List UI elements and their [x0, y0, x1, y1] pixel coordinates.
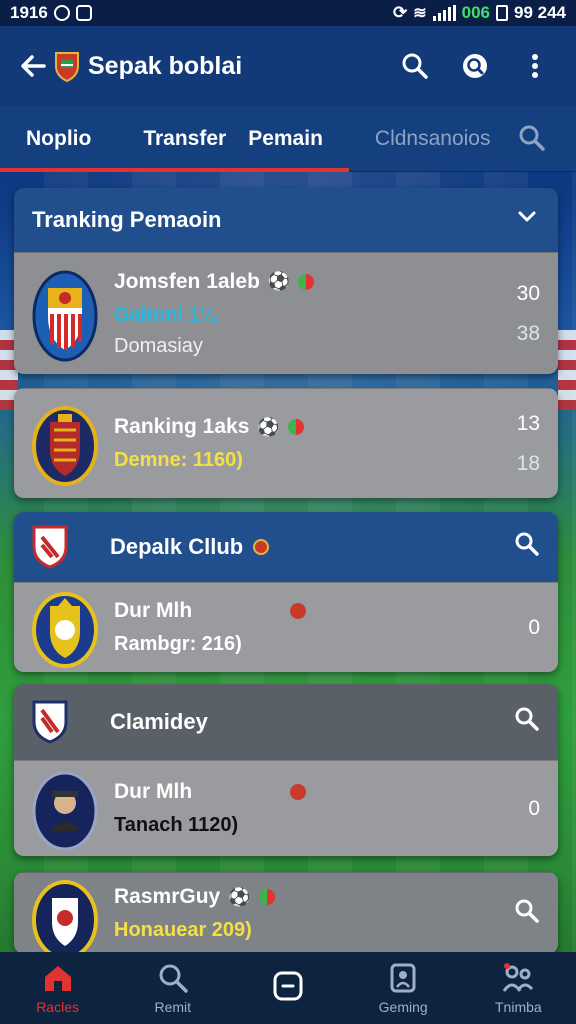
app-bar: Sepak boblai: [0, 26, 576, 106]
corner-flag-right: [558, 330, 576, 410]
status-bar: 1916 ⟳ ≋ 006 99 244: [0, 0, 576, 26]
player-subtitle: Domasiay: [114, 334, 203, 357]
nav-search[interactable]: Remit: [123, 961, 223, 1015]
nav-center[interactable]: [238, 969, 338, 1007]
more-vertical-icon: [532, 54, 538, 78]
player-score-secondary: 38: [516, 321, 540, 345]
clamidey-title: Clamidey: [110, 709, 208, 734]
status-clock: 99 244: [514, 3, 566, 22]
ranking-section: Tranking Pemaoin Jomsfen 1aleb ⚽ Gaitoni…: [14, 188, 558, 374]
status-time: 1916: [10, 3, 48, 22]
search-icon: [402, 53, 428, 79]
center-square-icon: [273, 971, 303, 1001]
clamidey-row[interactable]: Dur Mlh Tanach 1120) 0: [14, 760, 558, 856]
clamidey-player-name: Dur Mlh: [114, 780, 193, 803]
clamidey-section: Clamidey Dur Mlh Tanach 1120) 0: [14, 684, 558, 856]
flag-icon: [258, 889, 275, 905]
clamidey-crest-icon: [32, 700, 68, 744]
nav-community[interactable]: Tnimba: [468, 961, 568, 1015]
search-button[interactable]: [392, 43, 438, 89]
nav-gaming[interactable]: Geming: [353, 961, 453, 1015]
player-row[interactable]: Ranking 1aks ⚽ Demne: 1160) 13 18: [14, 388, 558, 498]
club-score: 0: [528, 615, 540, 639]
nav-community-label: Tnimba: [495, 999, 542, 1015]
rasmrguy-section: RasmrGuy ⚽ Honauear 209): [14, 872, 558, 954]
tab-cldnsanoios[interactable]: Cldnsanoios: [349, 106, 517, 172]
player-name: Jomsfen 1aleb: [114, 269, 260, 293]
club-player-stat: Rambgr: 216): [114, 633, 242, 655]
tab-noplio[interactable]: Noplio: [0, 106, 118, 172]
scan-search-icon: [463, 54, 487, 78]
tab-bar: Noplio Transfer Pemain Cldnsanoios: [0, 106, 576, 172]
back-arrow-icon[interactable]: [18, 51, 48, 81]
rasmrguy-search-icon[interactable]: [514, 898, 540, 929]
notification-icon: [53, 5, 70, 21]
vibrate-icon: ⟳: [392, 3, 408, 22]
ball-icon: ⚽: [257, 416, 280, 437]
club-player-name: Dur Mlh: [114, 599, 193, 622]
nav-gaming-label: Geming: [378, 999, 428, 1015]
flag-icon: [287, 419, 304, 435]
player-portrait-crest-icon: [32, 765, 98, 853]
club-row[interactable]: Dur Mlh Rambgr: 216) 0: [14, 582, 558, 672]
ranking-card-2: Ranking 1aks ⚽ Demne: 1160) 13 18: [14, 388, 558, 498]
clamidey-flag-icon: [290, 784, 307, 800]
clamidey-score: 0: [528, 796, 540, 820]
tab-pemain[interactable]: Pemain: [234, 106, 349, 172]
club-header[interactable]: Depalk Cllub: [14, 512, 558, 582]
club-header-crest-icon: [32, 525, 68, 569]
player-stat: Gaitoni 1¼: [114, 303, 217, 326]
app-title: Sepak boblai: [88, 51, 243, 80]
scan-button[interactable]: [452, 43, 498, 89]
nav-home[interactable]: Racles: [8, 961, 108, 1015]
rasmrguy-name: RasmrGuy: [114, 885, 221, 908]
nav-search-label: Remit: [154, 999, 192, 1015]
wifi-icon: ≋: [413, 5, 427, 22]
club-title: Depalk Cllub: [110, 534, 244, 559]
ranking-title: Tranking Pemaoin: [32, 207, 222, 232]
nav-home-label: Racles: [36, 999, 79, 1015]
bottom-navigation: Racles Remit Geming Tnimba: [0, 952, 576, 1024]
club-badge-icon: [253, 539, 270, 555]
trophy-icon: ⚽: [267, 271, 291, 291]
gaming-icon: [390, 963, 416, 993]
player-score: 30: [516, 281, 540, 305]
tab-search-icon[interactable]: [518, 124, 548, 154]
player-score-secondary: 18: [516, 451, 540, 475]
community-icon: [503, 963, 534, 992]
club-search-icon[interactable]: [514, 531, 540, 563]
flag-icon: [298, 273, 315, 290]
chevron-down-icon[interactable]: [514, 204, 540, 236]
home-icon: [44, 966, 71, 991]
tab-transfer[interactable]: Transfer: [117, 106, 235, 172]
network-indicator: 006: [461, 3, 490, 22]
player-row[interactable]: Jomsfen 1aleb ⚽ Gaitoni 1¼ Domasiay 30 3…: [14, 252, 558, 374]
app-notification-icon: [75, 5, 92, 21]
club-section: Depalk Cllub Dur Mlh Rambgr: 216) 0: [14, 512, 558, 672]
clamidey-search-icon[interactable]: [514, 706, 540, 738]
clamidey-header[interactable]: Clamidey: [14, 684, 558, 760]
player-stat: Demne: 1160): [114, 449, 243, 471]
club-crest-icon: [32, 400, 98, 488]
club-crest-icon: [32, 270, 98, 361]
rasmrguy-stat: Honauear 209): [114, 919, 252, 941]
ranking-header[interactable]: Tranking Pemaoin: [14, 188, 558, 252]
clamidey-player-stat: Tanach 1120): [114, 814, 239, 836]
player-score: 13: [516, 411, 540, 435]
rasmrguy-row[interactable]: RasmrGuy ⚽ Honauear 209): [14, 872, 558, 954]
player-name: Ranking 1aks: [114, 415, 250, 438]
battery-icon: [496, 5, 508, 21]
club-crest-icon: [32, 584, 98, 672]
search-icon: [159, 964, 188, 993]
club-flag-icon: [290, 603, 307, 619]
signal-icon: [432, 5, 456, 21]
app-logo-crest-icon: [54, 50, 80, 83]
overflow-menu-button[interactable]: [512, 43, 558, 89]
ball-icon: ⚽: [228, 886, 251, 907]
rasmrguy-crest-icon: [32, 874, 98, 954]
